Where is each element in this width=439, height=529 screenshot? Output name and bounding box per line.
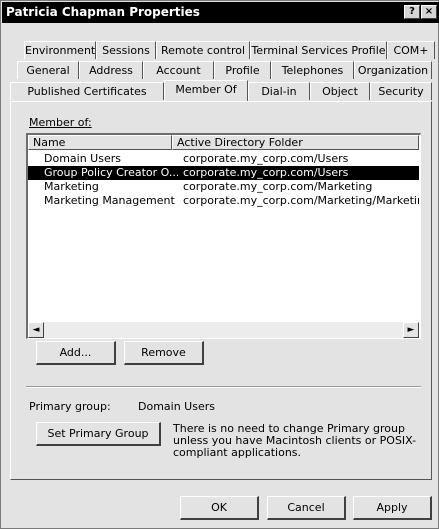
group-name: Group Policy Creator O...: [44, 166, 178, 179]
window-title: Patricia Chapman Properties: [6, 5, 200, 19]
tab-dial-in[interactable]: Dial-in: [248, 82, 310, 100]
column-header-folder[interactable]: Active Directory Folder: [172, 135, 419, 150]
primary-group-notice: There is no need to change Primary group…: [173, 422, 417, 459]
tab-published-certificates[interactable]: Published Certificates: [10, 82, 164, 100]
add-button[interactable]: Add...: [36, 341, 116, 365]
table-row[interactable]: Domain Users corporate.my_corp.com/Users: [28, 152, 419, 166]
remove-button-label: Remove: [141, 346, 186, 359]
group-name: Domain Users: [44, 152, 121, 165]
apply-button-label: Apply: [376, 501, 408, 514]
cancel-button-label: Cancel: [287, 501, 325, 514]
tab-general[interactable]: General: [17, 61, 79, 79]
tab-object[interactable]: Object: [310, 82, 370, 100]
tab-sessions[interactable]: Sessions: [96, 41, 156, 59]
tab-profile[interactable]: Profile: [214, 61, 271, 79]
tab-account[interactable]: Account: [143, 61, 214, 79]
properties-dialog: Patricia Chapman Properties ? × Environm…: [0, 0, 439, 529]
separator: [26, 386, 421, 388]
member-of-label: Member of:: [29, 116, 92, 129]
tab-terminal-services-profile[interactable]: Terminal Services Profile: [250, 41, 387, 59]
group-folder: corporate.my_corp.com/Marketing/Marketin…: [183, 194, 419, 207]
table-row[interactable]: Marketing corporate.my_corp.com/Marketin…: [28, 180, 419, 194]
primary-group-value: Domain Users: [138, 400, 215, 413]
member-of-list[interactable]: Name Active Directory Folder Domain User…: [26, 133, 421, 339]
primary-group-label: Primary group:: [29, 400, 111, 413]
help-button[interactable]: ?: [404, 5, 420, 19]
tab-organization[interactable]: Organization: [354, 61, 432, 79]
ok-button[interactable]: OK: [180, 496, 259, 520]
table-row[interactable]: Marketing Management corporate.my_corp.c…: [28, 194, 419, 208]
scroll-right-icon[interactable]: ►: [403, 322, 419, 338]
tab-address[interactable]: Address: [79, 61, 143, 79]
tab-member-of[interactable]: Member Of: [164, 80, 248, 101]
set-primary-group-label: Set Primary Group: [47, 427, 149, 440]
group-folder: corporate.my_corp.com/Marketing: [183, 180, 373, 193]
close-button[interactable]: ×: [421, 5, 437, 19]
remove-button[interactable]: Remove: [124, 341, 204, 365]
tab-security[interactable]: Security: [370, 82, 432, 100]
scroll-left-icon[interactable]: ◄: [28, 322, 44, 338]
add-button-label: Add...: [59, 346, 92, 359]
group-folder: corporate.my_corp.com/Users: [183, 152, 349, 165]
group-name: Marketing Management: [44, 194, 175, 207]
tab-remote-control[interactable]: Remote control: [156, 41, 250, 59]
cancel-button[interactable]: Cancel: [267, 496, 346, 520]
title-bar: Patricia Chapman Properties ? ×: [2, 2, 439, 23]
tab-environment[interactable]: Environment: [24, 41, 96, 59]
column-header-name[interactable]: Name: [28, 135, 172, 150]
ok-button-label: OK: [211, 501, 227, 514]
group-folder: corporate.my_corp.com/Users: [183, 166, 349, 179]
tab-com-plus[interactable]: COM+: [387, 41, 435, 59]
group-name: Marketing: [44, 180, 99, 193]
apply-button[interactable]: Apply: [353, 496, 432, 520]
tab-telephones[interactable]: Telephones: [271, 61, 354, 79]
table-row-selected[interactable]: Group Policy Creator O... corporate.my_c…: [28, 166, 419, 180]
set-primary-group-button[interactable]: Set Primary Group: [36, 422, 161, 446]
horizontal-scrollbar[interactable]: ◄ ►: [28, 322, 419, 338]
